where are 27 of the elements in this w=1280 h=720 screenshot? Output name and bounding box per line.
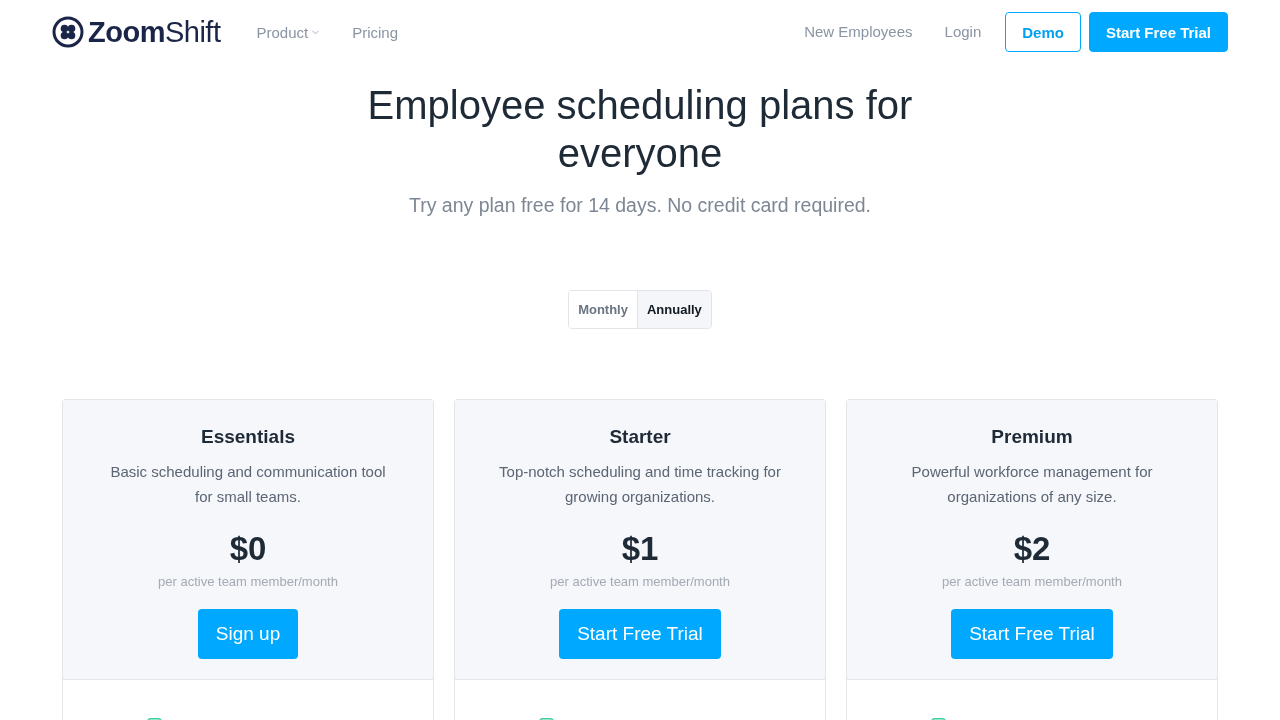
zoomshift-logo[interactable]: ZoomShift [52,15,221,49]
price-note: per active team member/month [158,573,338,591]
plan-description: Top-notch scheduling and time tracking for growing organizations. [498,462,782,507]
price-note: per active team member/month [550,573,730,591]
plan-price: $1 [621,529,659,569]
nav-dropdown[interactable]: Product [256,23,322,41]
nav-link[interactable]: Login [944,22,982,40]
plan-price: $0 [229,529,267,569]
plan-cta-button[interactable]: Start Free Trial [951,609,1113,659]
billing-toggle-option[interactable]: Annually [636,291,711,328]
plan-name: Starter [609,425,671,449]
plan-description: Powerful workforce management for organizations of any size. [910,462,1154,507]
plan-price: $2 [1013,529,1051,569]
nav-link[interactable]: Pricing [352,23,399,41]
plan-name: Premium [991,425,1073,449]
plan-cta-button[interactable]: Start Free Trial [559,609,721,659]
plan-name: Essentials [201,425,295,449]
start-trial-button[interactable]: Start Free Trial [1088,12,1228,52]
page-subtitle: Try any plan free for 14 days. No credit card required. [408,193,872,217]
page-heading: Employee scheduling plans for everyone [366,82,914,177]
plan-description: Basic scheduling and communication tool for small teams. [109,462,387,507]
logo-text: ZoomShift [88,15,221,49]
logo-icon [52,16,84,48]
demo-button[interactable]: Demo [1005,12,1081,52]
plan-cta-button[interactable]: Sign up [197,609,299,659]
price-note: per active team member/month [942,573,1122,591]
nav-link[interactable]: New Employees [804,22,913,40]
